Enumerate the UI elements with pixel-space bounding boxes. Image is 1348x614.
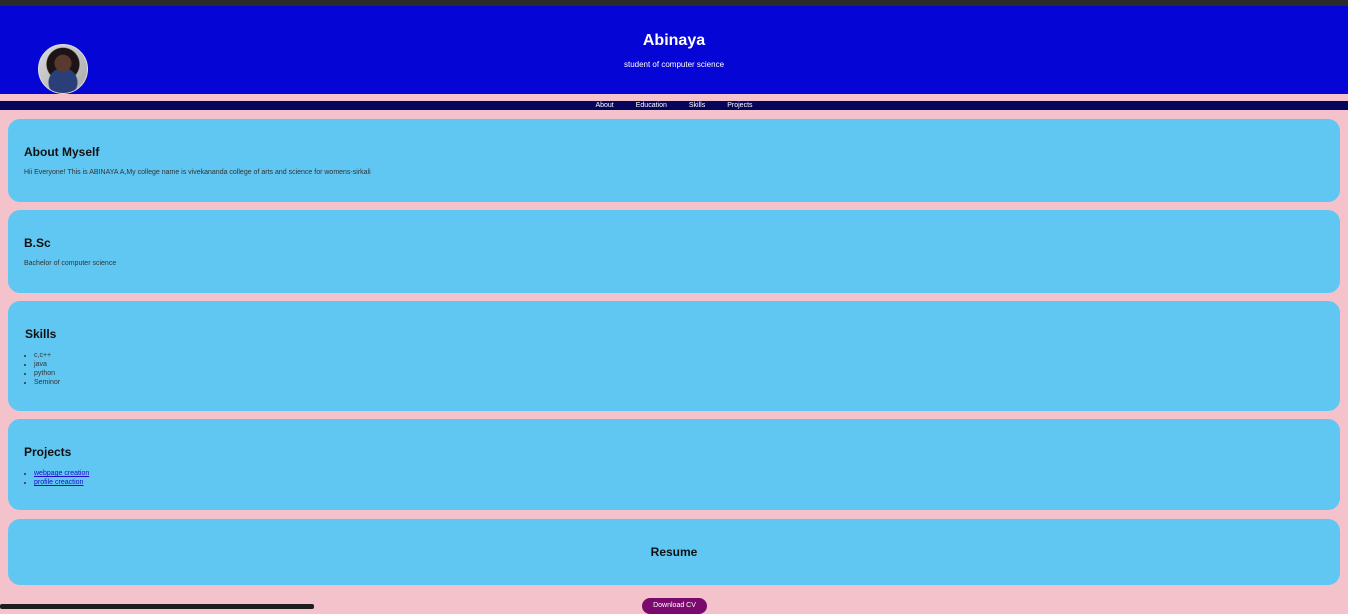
list-item: profile creaction — [34, 478, 89, 487]
nav-link-education[interactable]: Education — [636, 101, 667, 110]
download-cv-button[interactable]: Download CV — [642, 598, 707, 614]
avatar — [38, 44, 88, 94]
skills-list: c,c++ java python Seminor — [24, 351, 60, 387]
project-link-profile[interactable]: profile creaction — [34, 479, 83, 486]
projects-list: webpage creation profile creaction — [24, 469, 89, 487]
list-item: webpage creation — [34, 469, 89, 478]
nav-link-skills[interactable]: Skills — [689, 101, 705, 110]
status-bar — [0, 604, 314, 609]
list-item: c,c++ — [34, 351, 60, 360]
projects-section: Projects webpage creation profile creact… — [8, 419, 1340, 510]
nav-link-projects[interactable]: Projects — [727, 101, 752, 110]
skills-section: Skills c,c++ java python Seminor — [8, 301, 1340, 411]
about-section: About Myself Hii Everyone! This is ABINA… — [8, 119, 1340, 202]
about-text: Hii Everyone! This is ABINAYA A,My colle… — [24, 169, 371, 176]
list-item: Seminor — [34, 378, 60, 387]
resume-title: Resume — [650, 545, 698, 559]
nav-link-about[interactable]: About — [595, 101, 613, 110]
about-title: About Myself — [24, 145, 100, 159]
projects-title: Projects — [24, 445, 72, 459]
education-title: B.Sc — [24, 236, 51, 250]
skills-title: Skills — [25, 327, 57, 341]
profile-header: Abinaya student of computer science — [0, 6, 1348, 94]
profile-tagline: student of computer science — [623, 60, 725, 69]
list-item: python — [34, 369, 60, 378]
main-nav: About Education Skills Projects — [0, 101, 1348, 110]
project-link-webpage[interactable]: webpage creation — [34, 470, 89, 477]
resume-section: Resume — [8, 519, 1340, 585]
education-text: Bachelor of computer science — [24, 260, 117, 267]
education-section: B.Sc Bachelor of computer science — [8, 210, 1340, 293]
profile-name: Abinaya — [642, 32, 706, 49]
list-item: java — [34, 360, 60, 369]
